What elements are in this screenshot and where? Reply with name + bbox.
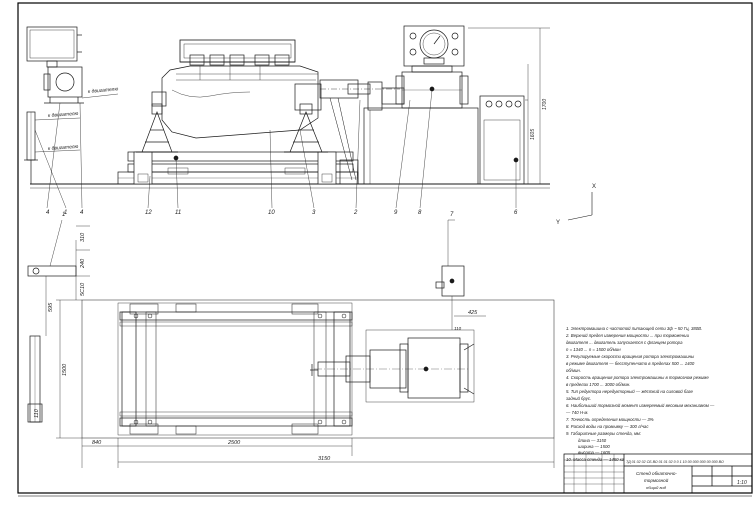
plan-item-7 xyxy=(435,219,465,330)
fuel-meter-device xyxy=(43,66,84,104)
drawing-code: ТД 01 02 02 СБ ВО 01 01 02 0 0 1 10 00 0… xyxy=(626,460,724,464)
note-line-7: 4. Скорость вращения ротора электромашин… xyxy=(566,375,709,380)
dim-front-height-total: 1700 xyxy=(542,99,548,110)
callout-10: 10 xyxy=(268,210,275,216)
callout-12: 12 xyxy=(145,210,152,216)
drawing-scale: 1:10 xyxy=(737,480,747,486)
dim-right-small: 425 xyxy=(468,310,478,316)
control-cabinet xyxy=(479,95,525,185)
engine-support-left xyxy=(136,103,178,153)
leader-note-3: к двигателю xyxy=(48,144,79,152)
technical-notes: 1. Электромашина с частотой питающей сет… xyxy=(565,326,715,462)
note-line-19: 10. Масса стенда — 1450 кг xyxy=(566,457,625,462)
dim-top-c: 5С10 xyxy=(80,282,86,296)
control-panel-box xyxy=(26,26,82,68)
callout-2: 2 xyxy=(353,210,358,216)
note-line-14: 8. Расход воды на промывку — 300 л/час xyxy=(566,424,649,429)
leader-notes: к двигателю к двигателю к двигателю xyxy=(34,86,119,153)
axis-y-label: Y xyxy=(556,220,560,226)
scale-dial xyxy=(403,25,465,67)
engine-block xyxy=(151,39,322,139)
note-line-9: 5. Тип редуктора нередукторный — жёсткий… xyxy=(566,389,693,394)
leader-note-2: к двигателю xyxy=(48,111,79,119)
dim-plan-frame: 2500 xyxy=(227,440,241,446)
callout-9: 9 xyxy=(394,210,398,216)
callout-4a: 4 xyxy=(46,210,50,216)
dim-top-b: 240 xyxy=(80,258,86,269)
note-line-5: в режиме двигателя — бесступенчато в пре… xyxy=(566,361,695,366)
title-block-text: ТД 01 02 02 СБ ВО 01 01 02 0 0 1 10 00 0… xyxy=(626,460,747,490)
plan-item-1 xyxy=(27,219,77,300)
plan-callout-1: 1 xyxy=(62,212,65,218)
note-line-6: об/мин. xyxy=(566,368,581,373)
note-line-1: 2. Верхний предел измерения мощности ...… xyxy=(565,333,690,338)
plan-dyno-assembly xyxy=(310,329,475,403)
plan-view xyxy=(27,219,555,439)
note-line-13: 7. Точность определения мощности — 3% xyxy=(566,417,654,422)
drawing-name-line2: тормозной xyxy=(644,477,669,483)
plan-rail-bottom xyxy=(119,417,353,427)
drawing-name-line1: Стенд обкаточно- xyxy=(636,471,677,476)
leader-note-1: к двигателю xyxy=(88,86,119,95)
front-callouts: 4 1 4 12 11 10 3 2 9 8 6 xyxy=(46,210,518,216)
callout-8: 8 xyxy=(418,210,422,216)
dim-top-a: 310 xyxy=(80,232,86,242)
plan-mounts xyxy=(129,303,347,435)
note-line-12: — 740 Н·м. xyxy=(565,410,589,415)
plan-left-column xyxy=(27,335,43,423)
dynamometer xyxy=(363,65,479,185)
dim-plan-total: 3150 xyxy=(318,456,331,462)
drawing-sheet: к двигателю к двигателю к двигателю 4 1 … xyxy=(17,2,753,497)
note-line-2: двигателя ... двигатель запускается с фл… xyxy=(566,340,683,345)
dim-plan-depth: 1500 xyxy=(62,363,68,376)
drawing-name-line3: общий вид xyxy=(646,485,667,490)
note-line-4: 3. Регулируемые скорости вращения ротора… xyxy=(566,354,695,359)
base-frame xyxy=(117,151,359,185)
dim-right-small2: 110 xyxy=(454,326,462,331)
plan-rail-top xyxy=(119,311,353,321)
note-line-17: ширина — 1500 xyxy=(578,444,610,449)
dim-left-block: 110 xyxy=(34,408,40,418)
note-line-15: 9. Габаритные размеры стенда, мм: xyxy=(566,431,642,436)
note-line-3: n = 1340 ... n = 1500 об/мин xyxy=(566,347,621,352)
note-line-16: длина — 3150 xyxy=(578,438,607,443)
plan-dim-labels: 840 2500 3150 1500 310 240 5С10 595 110 … xyxy=(34,232,478,462)
axis-x-label: X xyxy=(592,184,596,190)
dim-left-small: 595 xyxy=(48,302,54,312)
plan-callout-7: 7 xyxy=(450,212,454,218)
measuring-column xyxy=(24,111,38,184)
note-line-8: в пределах 1700 ... 3000 об/мин. xyxy=(566,382,631,387)
dim-front-height: 1605 xyxy=(530,129,536,140)
note-line-0: 1. Электромашина с частотой питающей сет… xyxy=(566,326,702,331)
engine-support-right xyxy=(284,103,328,153)
callout-11: 11 xyxy=(175,210,181,216)
note-line-11: 6. Наибольший тормозной момент измеряемы… xyxy=(566,403,715,408)
callout-3: 3 xyxy=(312,210,316,216)
front-view xyxy=(24,25,550,209)
axis-indicator: X Y xyxy=(556,184,596,226)
note-line-10: задний брус. xyxy=(565,396,591,401)
dim-plan-left: 840 xyxy=(92,440,102,446)
callout-6: 6 xyxy=(514,210,518,216)
callout-4b: 4 xyxy=(80,210,84,216)
